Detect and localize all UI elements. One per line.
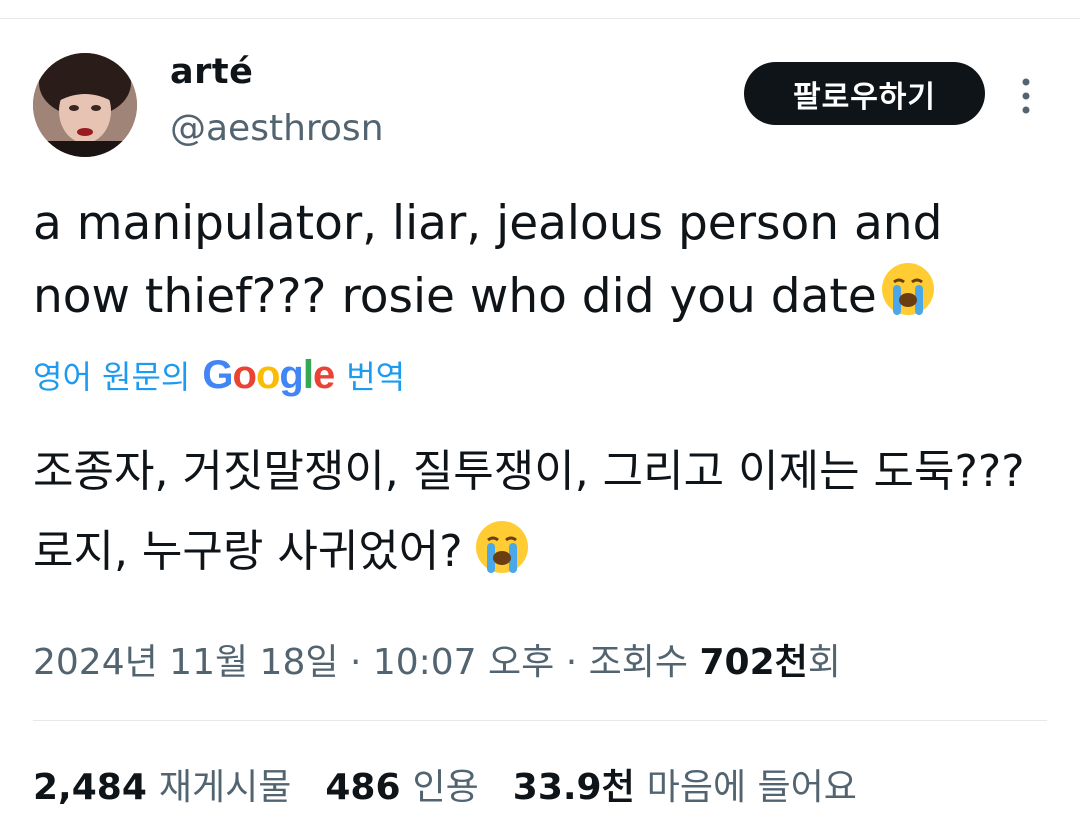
loudly-crying-face-icon bbox=[879, 260, 937, 339]
quotes-label: 인용 bbox=[412, 767, 479, 808]
likes-stat[interactable]: 33.9천 마음에 들어요 bbox=[513, 758, 857, 810]
tweet-body: a manipulator, liar, jealous person and … bbox=[33, 196, 943, 324]
loudly-crying-face-icon bbox=[473, 518, 531, 602]
translate-row[interactable]: 영어 원문의 Google 번역 bbox=[33, 352, 405, 398]
tweet-text: a manipulator, liar, jealous person and … bbox=[33, 188, 1033, 339]
quotes-stat[interactable]: 486 인용 bbox=[325, 758, 478, 810]
avatar[interactable] bbox=[33, 53, 137, 157]
likes-label: 마음에 들어요 bbox=[646, 767, 857, 808]
engagement-stats: 2,484 재게시물 486 인용 33.9천 마음에 들어요 bbox=[33, 758, 857, 810]
tweet-meta: 2024년 11월 18일 · 10:07 오후 · 조회수 702천회 bbox=[33, 633, 841, 685]
tweet-time[interactable]: 10:07 오후 bbox=[373, 642, 554, 683]
meta-separator: · bbox=[349, 642, 362, 683]
google-logo: Google bbox=[202, 352, 335, 397]
more-options-icon[interactable] bbox=[1012, 76, 1040, 116]
reposts-stat[interactable]: 2,484 재게시물 bbox=[33, 758, 291, 810]
display-name[interactable]: arté bbox=[170, 52, 253, 92]
views-label: 조회수 bbox=[588, 642, 689, 683]
follow-button[interactable]: 팔로우하기 bbox=[744, 62, 985, 125]
avatar-photo bbox=[33, 53, 137, 157]
stats-divider bbox=[33, 720, 1047, 721]
top-divider bbox=[0, 18, 1080, 19]
views-suffix: 회 bbox=[807, 642, 841, 683]
meta-separator: · bbox=[565, 642, 578, 683]
translate-prefix: 영어 원문의 bbox=[33, 358, 191, 396]
reposts-count: 2,484 bbox=[33, 767, 147, 808]
translated-text: 조종자, 거짓말쟁이, 질투쟁이, 그리고 이제는 도둑??? 로지, 누구랑 … bbox=[33, 432, 1043, 602]
tweet-date[interactable]: 2024년 11월 18일 bbox=[33, 642, 338, 683]
translate-suffix: 번역 bbox=[346, 358, 406, 396]
user-handle[interactable]: @aesthrosn bbox=[170, 108, 384, 149]
likes-count: 33.9천 bbox=[512, 767, 635, 808]
reposts-label: 재게시물 bbox=[158, 767, 292, 808]
views-count: 702천 bbox=[699, 642, 808, 683]
quotes-count: 486 bbox=[325, 767, 401, 808]
